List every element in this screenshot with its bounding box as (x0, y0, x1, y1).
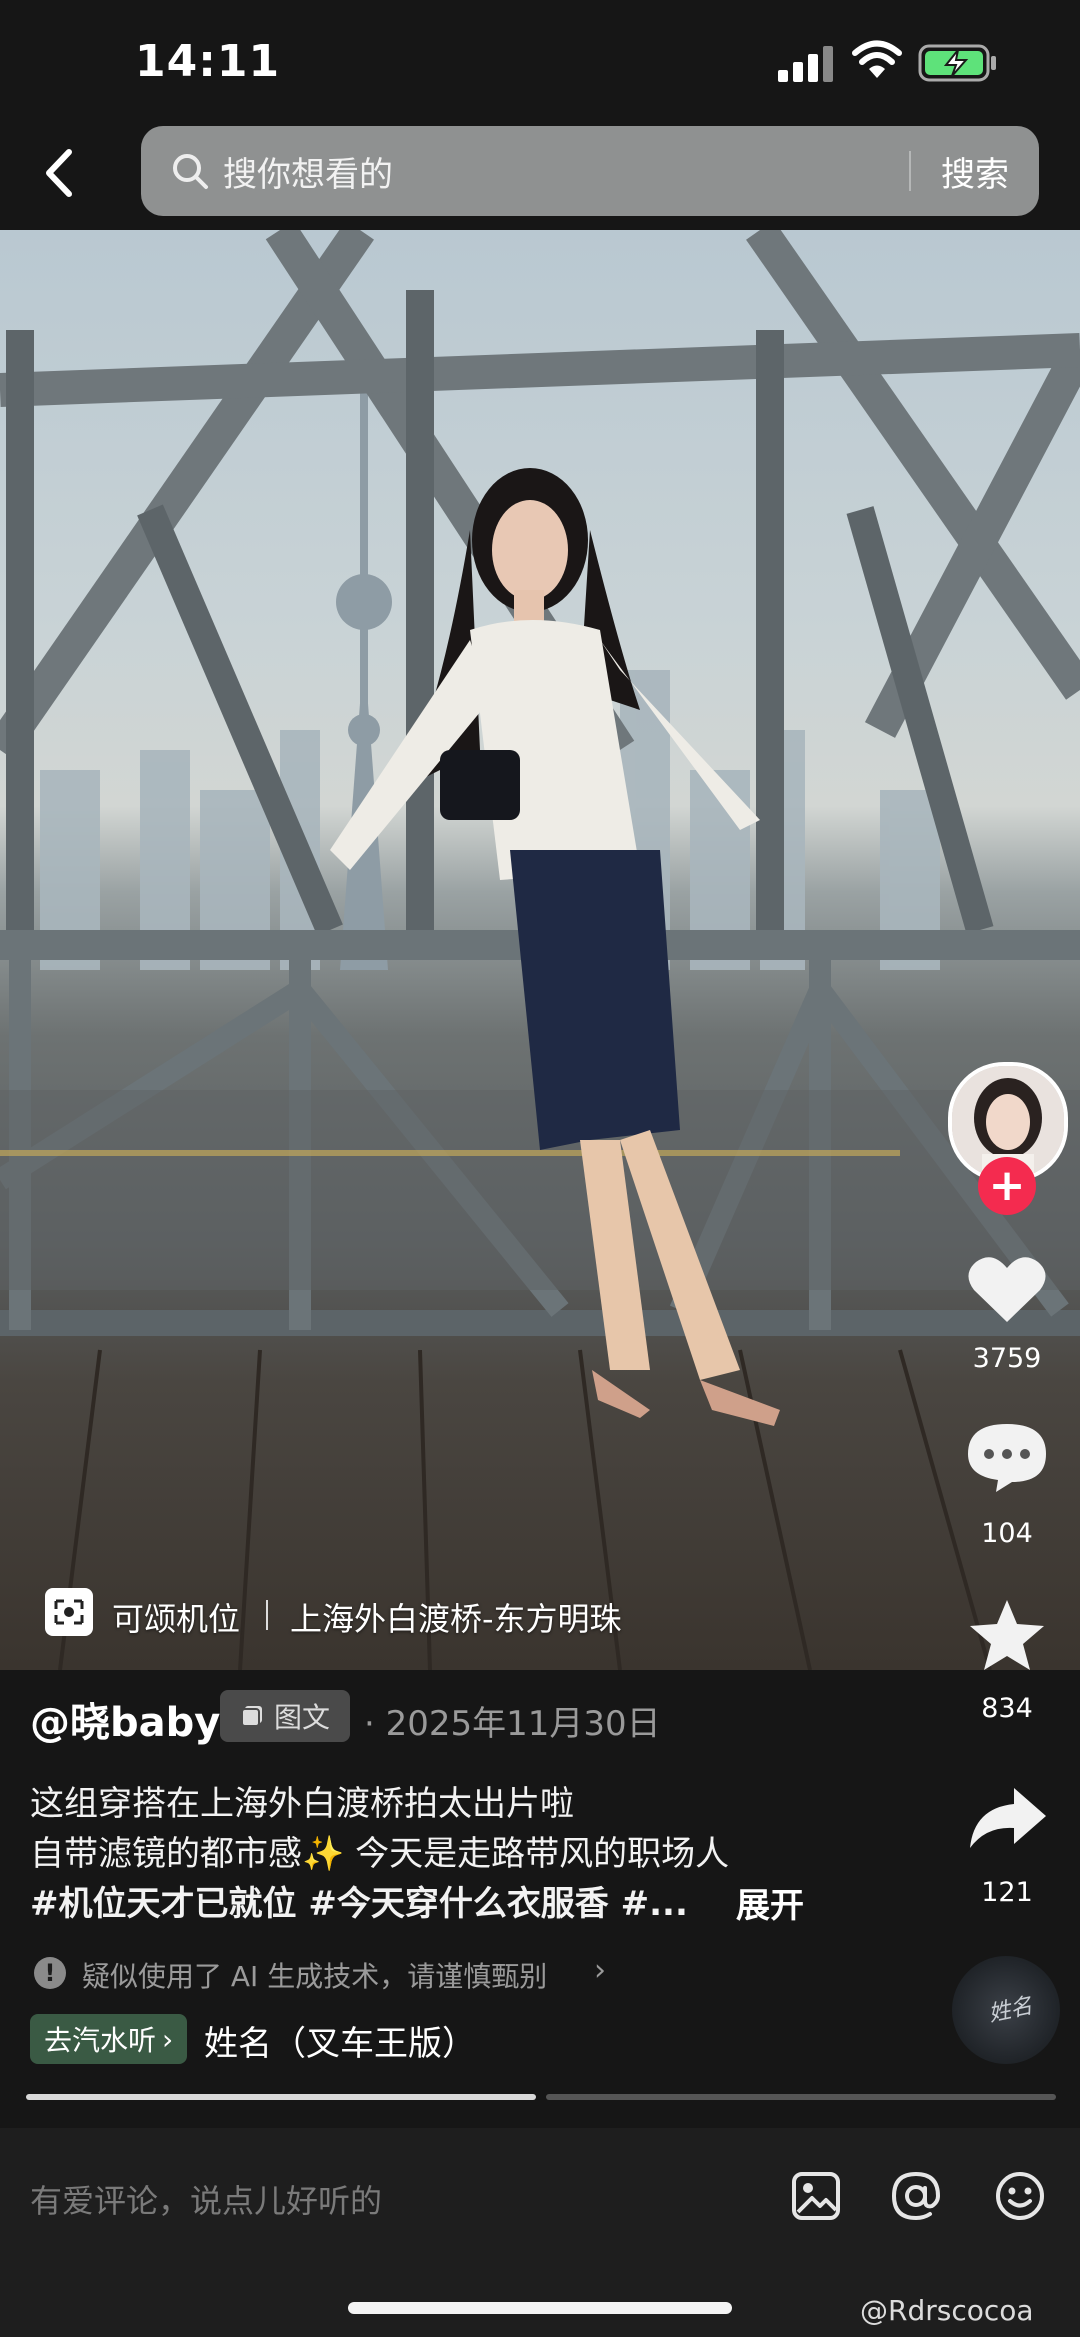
chevron-right-icon: › (594, 1953, 606, 1988)
post-desc-line-2: 自带滤镜的都市感✨ 今天是走路带风的职场人 (30, 1834, 730, 1874)
ai-notice[interactable]: 疑似使用了 AI 生成技术，请谨慎甄别 (82, 1955, 547, 1995)
progress-segment (546, 2094, 1056, 2100)
post-desc-line-1: 这组穿搭在上海外白渡桥拍太出片啦 (30, 1784, 574, 1824)
music-tag-label: 去汽水听 (44, 2024, 157, 2057)
post-date: · 2025年11月30日 (364, 1704, 661, 1744)
music-title[interactable]: 姓名（叉车王版） (204, 2016, 476, 2065)
post-hashtags[interactable]: #机位天才已就位 #今天穿什么衣服香 #... (30, 1876, 688, 1925)
comment-input[interactable]: 有爱评论，说点儿好听的 (30, 2176, 382, 2222)
location-place[interactable]: 上海外白渡桥-东方明珠 (290, 1594, 622, 1640)
location-label[interactable]: 可颂机位 (112, 1594, 240, 1640)
back-icon (46, 149, 72, 197)
post-type-label: 图文 (273, 1701, 330, 1734)
back-button[interactable] (36, 140, 80, 206)
warning-icon: ! (34, 1957, 66, 1989)
post-photo[interactable] (0, 230, 1080, 1670)
share-count: 121 (981, 1877, 1033, 1908)
comment-count: 104 (981, 1518, 1033, 1549)
photo-illustration (0, 230, 1080, 1670)
share-icon[interactable] (966, 1782, 1048, 1856)
battery-icon (918, 44, 996, 82)
music-app-tag[interactable]: 去汽水听 › (30, 2014, 188, 2064)
heart-icon[interactable] (966, 1252, 1048, 1326)
status-time: 14:11 (135, 36, 281, 87)
search-button[interactable]: 搜索 (941, 147, 1009, 196)
location-icon (45, 1588, 93, 1636)
search-divider (909, 151, 911, 191)
slide-progress (26, 2094, 1056, 2100)
progress-segment-active (26, 2094, 536, 2100)
chevron-right-icon: › (162, 2022, 174, 2056)
search-input[interactable]: 搜你想看的 搜索 (141, 126, 1039, 216)
watermark: @Rdrscocoa (860, 2294, 1034, 2327)
expand-button[interactable]: 展开 (736, 1878, 804, 1927)
comment-icon[interactable] (966, 1420, 1048, 1494)
like-count: 3759 (972, 1343, 1042, 1374)
music-disc[interactable]: 姓名 (952, 1956, 1060, 2064)
signal-icon (778, 46, 833, 82)
emoji-icon[interactable] (994, 2170, 1046, 2222)
author-name[interactable]: @晓baby (30, 1690, 220, 1748)
music-disc-text: 姓名 (986, 1993, 1035, 2028)
post-type-badge: 图文 (220, 1690, 350, 1742)
star-icon[interactable] (966, 1598, 1048, 1672)
search-icon (173, 154, 208, 189)
image-icon[interactable] (790, 2170, 842, 2222)
location-divider (266, 1600, 268, 1630)
wifi-icon (852, 40, 902, 78)
favorite-count: 834 (981, 1693, 1033, 1724)
image-text-icon (240, 1706, 262, 1727)
follow-button[interactable]: + (978, 1157, 1036, 1215)
home-indicator[interactable] (348, 2302, 732, 2314)
at-icon[interactable] (890, 2170, 942, 2222)
search-placeholder: 搜你想看的 (223, 154, 393, 195)
